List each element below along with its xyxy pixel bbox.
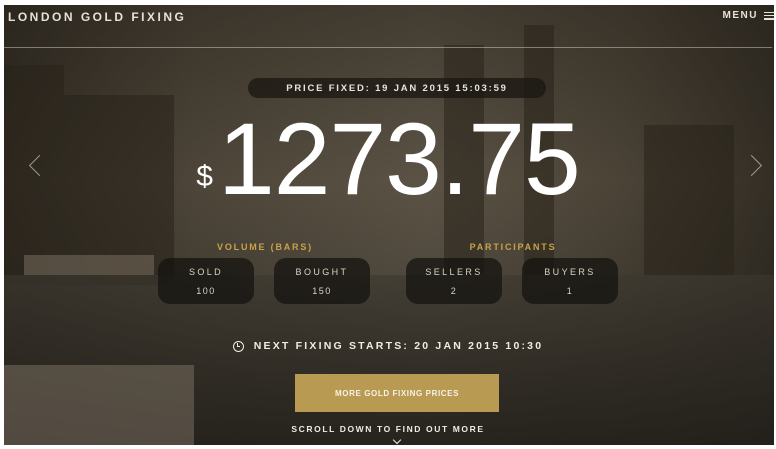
menu-button[interactable]: MENU [723, 10, 774, 21]
volume-label: VOLUME (BARS) [217, 242, 313, 252]
price-value: 1273.75 [217, 102, 581, 216]
brand-title[interactable]: LONDON GOLD FIXING [8, 10, 186, 24]
price-fixed-timestamp: PRICE FIXED: 19 JAN 2015 15:03:59 [248, 78, 546, 98]
clock-icon [232, 340, 244, 352]
stat-buyers-label: BUYERS [544, 267, 596, 277]
hamburger-icon [764, 11, 774, 20]
stat-buyers: BUYERS 1 [522, 258, 618, 304]
currency-symbol: $ [196, 160, 213, 193]
next-fixing-text: NEXT FIXING STARTS: 20 JAN 2015 10:30 [253, 340, 544, 352]
participants-label: PARTICIPANTS [469, 242, 557, 252]
stat-sold-value: 100 [196, 286, 216, 296]
stat-sellers: SELLERS 2 [406, 258, 502, 304]
background-boat [24, 255, 154, 275]
stat-buyers-value: 1 [566, 286, 574, 296]
stat-sold-label: SOLD [188, 267, 224, 277]
stat-bought: BOUGHT 150 [274, 258, 370, 304]
next-fixing: NEXT FIXING STARTS: 20 JAN 2015 10:30 [0, 340, 776, 352]
stat-sellers-label: SELLERS [425, 267, 483, 277]
more-gold-fixing-prices-button[interactable]: MORE GOLD FIXING PRICES [295, 374, 499, 412]
gold-price: $1273.75 [0, 104, 776, 214]
stat-bought-label: BOUGHT [295, 267, 349, 277]
menu-label: MENU [722, 10, 758, 21]
stat-sellers-value: 2 [450, 286, 458, 296]
scroll-down-hint[interactable]: SCROLL DOWN TO FIND OUT MORE [0, 424, 776, 434]
header-divider [4, 47, 772, 48]
stat-sold: SOLD 100 [158, 258, 254, 304]
stat-bought-value: 150 [312, 286, 332, 296]
